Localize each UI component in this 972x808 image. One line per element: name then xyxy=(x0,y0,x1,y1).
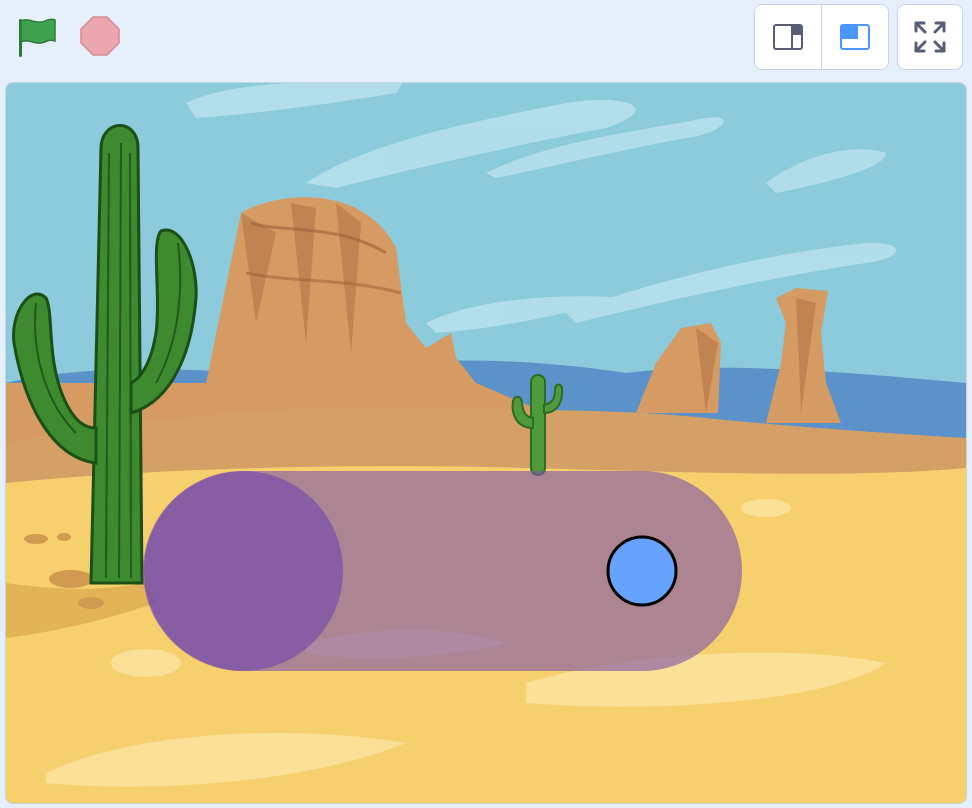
small-stage-button[interactable] xyxy=(755,5,821,69)
stage-size-toggle xyxy=(754,4,889,70)
stop-button[interactable] xyxy=(78,14,122,58)
normal-stage-icon xyxy=(840,24,870,50)
small-stage-icon xyxy=(773,24,803,50)
stage-canvas[interactable] xyxy=(5,82,967,804)
desert-backdrop xyxy=(6,83,966,803)
joystick[interactable] xyxy=(143,471,742,671)
stop-sign-icon xyxy=(80,16,120,56)
fullscreen-button[interactable] xyxy=(897,4,963,70)
joystick-base xyxy=(143,471,343,671)
fullscreen-icon xyxy=(914,21,946,53)
normal-stage-button[interactable] xyxy=(821,5,888,69)
green-flag-icon xyxy=(19,18,56,57)
stage-toolbar xyxy=(0,0,972,78)
green-flag-button[interactable] xyxy=(14,14,60,60)
joystick-knob xyxy=(606,535,678,607)
